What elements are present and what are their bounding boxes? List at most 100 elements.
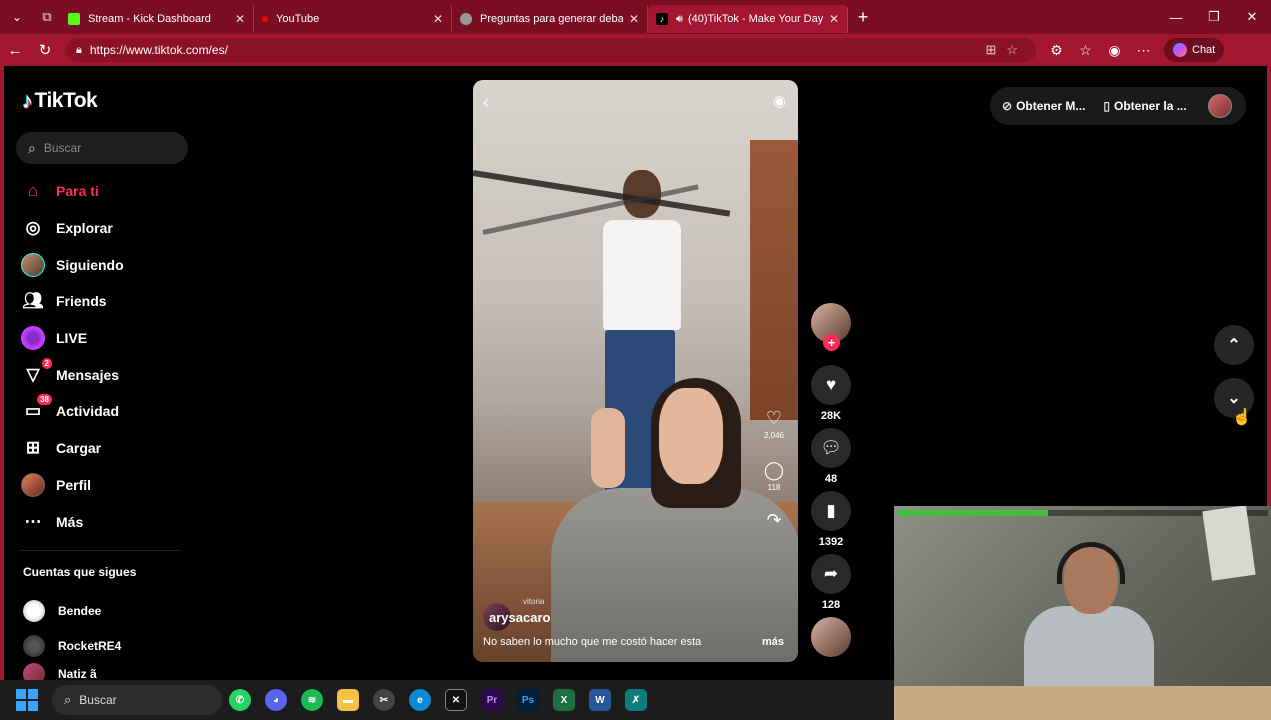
video-player[interactable]: ‹ ◉ ♡ 2,046 ◯ 118 ↷ arysacaro vitoria No… (473, 80, 798, 662)
discord-icon[interactable]: ◕ (258, 682, 294, 718)
sidebar-divider (20, 550, 180, 551)
sidebar-item-label: Perfil (56, 476, 92, 493)
reload-icon[interactable]: ↻ (30, 34, 60, 66)
extensions-icon[interactable]: ⚙ (1042, 42, 1071, 59)
following-name: Natiz ã (58, 667, 97, 681)
sidebar-item-siguiendo[interactable]: Siguiendo (20, 246, 124, 283)
premiere-pro-icon[interactable]: Pr (474, 682, 510, 718)
sidebar-item-explorar[interactable]: ◎ Explorar (20, 210, 124, 247)
tab-kick[interactable]: Stream - Kick Dashboard ✕ (60, 5, 254, 33)
whatsapp-icon[interactable]: ✆ (222, 682, 258, 718)
spotify-icon[interactable]: ≋ (294, 682, 330, 718)
sidebar-item-cargar[interactable]: ⊞ Cargar (20, 430, 124, 467)
excel-icon[interactable]: X (546, 682, 582, 718)
creator-avatar[interactable]: + (811, 303, 851, 351)
workspaces-icon[interactable]: ⧉ (34, 0, 60, 34)
taskbar-search-placeholder: Buscar (79, 693, 117, 707)
tab-youtube[interactable]: YouTube ✕ (254, 5, 452, 33)
bookmark-icon: ▮ (826, 501, 836, 520)
comment-button[interactable]: 💬︎ (811, 428, 851, 468)
save-button[interactable]: ▮ (811, 491, 851, 531)
kick-favicon-icon (68, 13, 80, 25)
window-controls: — ❐ ✕ (1157, 0, 1271, 34)
comment-icon: 💬︎ (820, 438, 842, 457)
tiktok-logo[interactable]: ♪ TikTok (22, 88, 98, 114)
snipping-tool-icon[interactable]: ✂ (366, 682, 402, 718)
back-chevron-icon[interactable]: ‹ (483, 92, 489, 113)
friends-icon: 👥︎ (22, 291, 44, 311)
close-tab-icon[interactable]: ✕ (829, 12, 839, 26)
video-author[interactable]: arysacaro vitoria (483, 597, 551, 631)
sidebar-item-friends[interactable]: 👥︎ Friends (20, 283, 124, 320)
get-app-button[interactable]: Obtener M... (1016, 99, 1085, 113)
close-tab-icon[interactable]: ✕ (235, 12, 245, 26)
back-arrow-icon[interactable]: ← (0, 34, 30, 66)
get-mobile-app-button[interactable]: Obtener la ... (1114, 99, 1187, 113)
capcut-icon[interactable]: ✕ (438, 682, 474, 718)
close-tab-icon[interactable]: ✕ (629, 12, 639, 26)
windows-start-icon[interactable] (10, 683, 44, 717)
taskbar-search-input[interactable]: ⌕ Buscar (52, 685, 222, 715)
home-icon: ⌂ (27, 181, 39, 201)
sidebar-item-mensajes[interactable]: ▽ 2 Mensajes (20, 356, 124, 393)
following-list: Bendee RocketRE4 Natiz ã (23, 593, 121, 685)
edge-browser-icon[interactable]: e (402, 682, 438, 718)
new-tab-plus-icon[interactable]: + (848, 7, 878, 28)
like-button[interactable]: ♥ (811, 365, 851, 405)
share-button[interactable]: ➦ (811, 554, 851, 594)
sidebar-item-mas[interactable]: ⋯ Más (20, 503, 124, 540)
close-tab-icon[interactable]: ✕ (433, 12, 443, 26)
sidebar-item-actividad[interactable]: ▭ 38 Actividad (20, 393, 124, 430)
comment-count: 48 (824, 473, 838, 485)
capcut-x-icon[interactable]: ✗ (618, 682, 654, 718)
tab-tiktok[interactable]: ♪ 🔊︎ (40)TikTok - Make Your Day ✕ (648, 5, 848, 33)
desk (894, 686, 1271, 720)
file-explorer-icon[interactable]: ▬ (330, 682, 366, 718)
inner-comment-count: 118 (767, 483, 781, 492)
action-rail: + ♥ 28K 💬︎ 48 ▮ 1392 ➦ 128 (810, 303, 852, 657)
sidebar-nav: ⌂ Para ti ◎ Explorar Siguiendo 👥︎ Friend… (20, 173, 124, 540)
camera-icon[interactable]: ◉ (773, 92, 786, 110)
video-username: arysacaro (489, 609, 551, 625)
restore-icon[interactable]: ❐ (1195, 0, 1233, 34)
previous-video-button[interactable]: ⌃ (1214, 325, 1254, 365)
heart-outline-icon: ♡ (765, 408, 783, 428)
sidebar-item-label: Explorar (56, 220, 113, 237)
sidebar-item-perfil[interactable]: Perfil (20, 467, 124, 504)
compass-icon: ◎ (25, 218, 41, 238)
caption-more-link[interactable]: más (762, 636, 784, 648)
live-icon (20, 325, 46, 351)
sidebar-item-label: Cargar (56, 440, 102, 457)
tab-actions-chevron-icon[interactable]: ⌄ (0, 0, 34, 34)
stream-hud-progress (898, 510, 1048, 516)
follow-plus-icon[interactable]: + (823, 334, 840, 351)
search-input[interactable]: ⌕ Buscar (16, 132, 188, 164)
share-outline-icon: ↷ (766, 510, 782, 530)
copilot-chat-button[interactable]: Chat (1164, 38, 1225, 62)
favorites-icon[interactable]: ☆ (1071, 42, 1100, 59)
profile-icon[interactable]: ◉ (1100, 42, 1129, 59)
following-item[interactable]: Bendee (23, 593, 121, 628)
word-icon[interactable]: W (582, 682, 618, 718)
sound-disc[interactable] (811, 617, 851, 657)
more-menu-icon[interactable]: ⋯ (1129, 42, 1158, 59)
address-bar[interactable]: 🔒︎ https://www.tiktok.com/es/ ⊞☆ (66, 38, 1036, 62)
lock-icon[interactable]: 🔒︎ (76, 44, 82, 57)
minimize-icon[interactable]: — (1157, 0, 1195, 34)
speaker-icon[interactable]: 🔊︎ (676, 13, 683, 26)
following-item[interactable]: RocketRE4 (23, 628, 121, 663)
tab-title: YouTube (276, 13, 320, 25)
inbox-icon: ▭ 38 (20, 394, 52, 424)
avatar[interactable] (1208, 94, 1232, 118)
youtube-favicon-icon (262, 16, 268, 22)
sidebar-item-live[interactable]: LIVE (20, 320, 124, 357)
close-window-icon[interactable]: ✕ (1233, 0, 1271, 34)
sidebar-item-para-ti[interactable]: ⌂ Para ti (20, 173, 124, 210)
tiktok-note-icon: ♪ (22, 88, 33, 113)
profile-avatar-icon (20, 472, 46, 498)
comment-outline-icon: ◯ (763, 460, 785, 480)
photoshop-icon[interactable]: Ps (510, 682, 546, 718)
url-text: https://www.tiktok.com/es/ (89, 43, 228, 57)
tab-debate[interactable]: Preguntas para generar debate ✕ (452, 5, 648, 33)
share-arrow-icon: ➦ (823, 564, 839, 583)
